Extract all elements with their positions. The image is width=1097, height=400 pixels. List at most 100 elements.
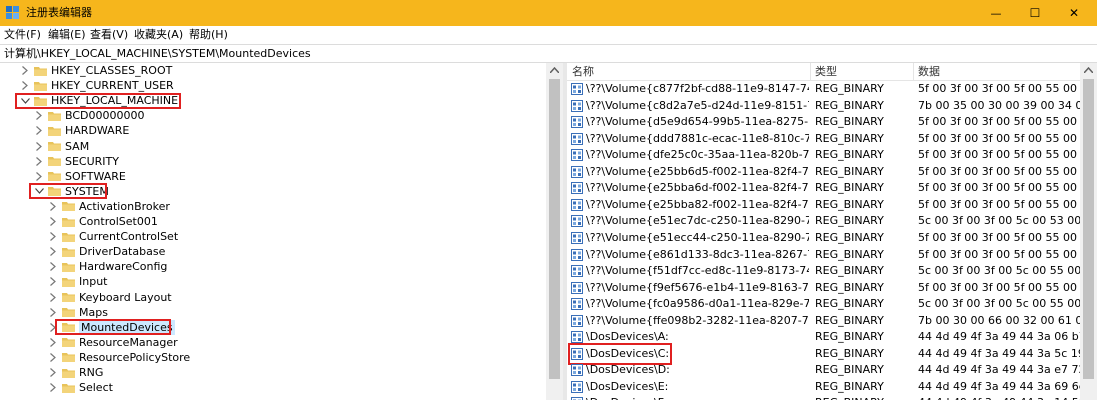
tree-item[interactable]: ResourceManager — [48, 335, 178, 350]
column-separator[interactable] — [810, 63, 811, 81]
tree-item[interactable]: RNG — [48, 365, 103, 380]
value-data: 5f 00 3f 00 3f 00 5f 00 55 00 53 0 — [918, 82, 1080, 95]
chevron-right-icon[interactable] — [34, 169, 44, 184]
value-type: REG_BINARY — [815, 148, 884, 162]
tree-item[interactable]: SECURITY — [34, 154, 119, 169]
tree-item-label: HKEY_CURRENT_USER — [51, 79, 174, 93]
tree-item[interactable]: ActivationBroker — [48, 199, 170, 214]
table-row[interactable]: \??\Volume{e25bb6d5-f002-11ea-82f4-747..… — [567, 164, 1080, 181]
menu-help[interactable]: 帮助(H) — [189, 28, 228, 42]
tree-item[interactable]: ResourcePolicyStore — [48, 350, 190, 365]
column-separator[interactable] — [913, 63, 914, 81]
table-row[interactable]: \??\Volume{fc0a9586-d0a1-11ea-829e-747..… — [567, 296, 1080, 313]
table-row[interactable]: \DosDevices\E: REG_BINARY 44 4d 49 4f 3a 4… — [567, 379, 1080, 396]
tree-item[interactable]: Input — [48, 274, 107, 289]
chevron-right-icon[interactable] — [34, 139, 44, 154]
reg-binary-icon — [571, 149, 583, 162]
table-row[interactable]: \??\Volume{c877f2bf-cd88-11e9-8147-747..… — [567, 81, 1080, 98]
menu-file[interactable]: 文件(F) — [4, 28, 41, 42]
value-data: 5c 00 3f 00 3f 00 5c 00 53 00 43 0 — [918, 214, 1080, 228]
chevron-right-icon[interactable] — [48, 244, 58, 259]
chevron-right-icon[interactable] — [34, 108, 44, 123]
table-row[interactable]: \??\Volume{ddd7881c-ecac-11e8-810c-74...… — [567, 131, 1080, 148]
tree-item[interactable]: HKEY_CLASSES_ROOT — [20, 63, 172, 78]
tree-item[interactable]: CurrentControlSet — [48, 229, 178, 244]
table-row[interactable]: \DosDevices\D: REG_BINARY 44 4d 49 4f 3a 4… — [567, 362, 1080, 379]
chevron-right-icon[interactable] — [34, 123, 44, 138]
chevron-right-icon[interactable] — [48, 229, 58, 244]
chevron-right-icon[interactable] — [48, 365, 58, 380]
tree-item[interactable]: ControlSet001 — [48, 214, 158, 229]
column-type[interactable]: 类型 — [815, 65, 837, 79]
tree-item[interactable]: HKEY_CURRENT_USER — [20, 78, 174, 93]
value-name: \??\Volume{d5e9d654-99b5-11ea-8275-74... — [586, 115, 809, 129]
value-data: 5f 00 3f 00 3f 00 5f 00 55 00 53 0 — [918, 197, 1080, 211]
chevron-right-icon[interactable] — [48, 274, 58, 289]
tree-item-label: HARDWARE — [65, 124, 130, 138]
tree-item[interactable]: HARDWARE — [34, 123, 129, 138]
chevron-right-icon[interactable] — [20, 63, 30, 78]
value-name: \??\Volume{e51ecc44-c250-11ea-8290-747..… — [586, 230, 809, 244]
address-path[interactable]: 计算机\HKEY_LOCAL_MACHINE\SYSTEM\MountedDev… — [4, 47, 311, 61]
value-type: REG_BINARY — [815, 98, 884, 112]
tree-scroll-thumb[interactable] — [549, 79, 560, 379]
table-row[interactable]: \??\Volume{d5e9d654-99b5-11ea-8275-74...… — [567, 114, 1080, 131]
scroll-up-icon[interactable] — [550, 67, 559, 73]
tree-item[interactable]: SOFTWARE — [34, 169, 126, 184]
folder-icon — [62, 247, 75, 257]
scroll-up-icon[interactable] — [1084, 67, 1093, 73]
tree-item[interactable]: BCD00000000 — [34, 108, 145, 123]
tree-scrollbar[interactable] — [546, 63, 563, 400]
chevron-right-icon[interactable] — [48, 290, 58, 305]
tree-item-label: RNG — [79, 366, 104, 379]
chevron-right-icon[interactable] — [48, 335, 58, 350]
table-row[interactable]: \??\Volume{c8d2a7e5-d24d-11e9-8151-74...… — [567, 98, 1080, 115]
chevron-right-icon[interactable] — [48, 305, 58, 320]
title-bar: 注册表编辑器 — ☐ ✕ — [0, 0, 1097, 26]
chevron-right-icon[interactable] — [48, 380, 58, 395]
tree-item[interactable]: Maps — [48, 305, 108, 320]
chevron-right-icon[interactable] — [34, 154, 44, 169]
tree-item[interactable]: HardwareConfig — [48, 259, 167, 274]
table-row[interactable]: \??\Volume{e51ec7dc-c250-11ea-8290-74...… — [567, 213, 1080, 230]
table-row[interactable]: \??\Volume{e25bba82-f002-11ea-82f4-747..… — [567, 197, 1080, 214]
table-row[interactable]: \DosDevices\F: REG_BINARY 44 4d 49 4f 3a 4… — [567, 395, 1080, 400]
tree-item[interactable]: DriverDatabase — [48, 244, 165, 259]
list-scrollbar[interactable] — [1080, 63, 1097, 400]
tree-item[interactable]: Select — [48, 380, 113, 395]
table-row[interactable]: \??\Volume{e25bba6d-f002-11ea-82f4-747..… — [567, 180, 1080, 197]
column-data[interactable]: 数据 — [918, 65, 940, 79]
folder-icon — [62, 368, 75, 378]
list-scroll-thumb[interactable] — [1083, 79, 1094, 379]
column-name[interactable]: 名称 — [572, 65, 594, 79]
menu-favorites[interactable]: 收藏夹(A) — [134, 28, 183, 42]
chevron-right-icon[interactable] — [48, 259, 58, 274]
table-row[interactable]: \??\Volume{f51df7cc-ed8c-11e9-8173-747..… — [567, 263, 1080, 280]
folder-icon — [62, 383, 75, 393]
chevron-right-icon[interactable] — [48, 214, 58, 229]
table-row[interactable]: \??\Volume{e51ecc44-c250-11ea-8290-747..… — [567, 230, 1080, 247]
highlight-box — [29, 183, 107, 200]
menu-edit[interactable]: 编辑(E) — [48, 28, 86, 42]
folder-icon — [48, 156, 61, 167]
chevron-right-icon[interactable] — [48, 350, 58, 365]
close-button[interactable]: ✕ — [1051, 0, 1097, 26]
chevron-right-icon[interactable] — [48, 199, 58, 214]
value-type: REG_BINARY — [815, 214, 884, 228]
folder-icon — [48, 171, 61, 182]
tree-item[interactable]: SAM — [34, 139, 89, 154]
table-row[interactable]: \??\Volume{f9ef5676-e1b4-11e9-8163-747..… — [567, 280, 1080, 297]
table-row[interactable]: \??\Volume{dfe25c0c-35aa-11ea-820b-747..… — [567, 147, 1080, 164]
menu-view[interactable]: 查看(V) — [90, 28, 128, 42]
table-row[interactable]: \??\Volume{e861d133-8dc3-11ea-8267-74...… — [567, 247, 1080, 264]
table-row[interactable]: \??\Volume{ffe098b2-3282-11ea-8207-747..… — [567, 313, 1080, 330]
value-type: REG_BINARY — [815, 346, 884, 360]
value-name: \??\Volume{dfe25c0c-35aa-11ea-820b-747..… — [586, 148, 809, 162]
chevron-right-icon[interactable] — [20, 78, 30, 93]
address-bar[interactable]: 计算机\HKEY_LOCAL_MACHINE\SYSTEM\MountedDev… — [0, 44, 1097, 63]
folder-icon — [48, 111, 61, 121]
tree-item[interactable]: Keyboard Layout — [48, 290, 172, 305]
value-name: \??\Volume{e51ec7dc-c250-11ea-8290-74... — [586, 214, 809, 228]
tree-item-label: ResourcePolicyStore — [79, 350, 191, 364]
tree-item-label: SECURITY — [65, 154, 119, 168]
